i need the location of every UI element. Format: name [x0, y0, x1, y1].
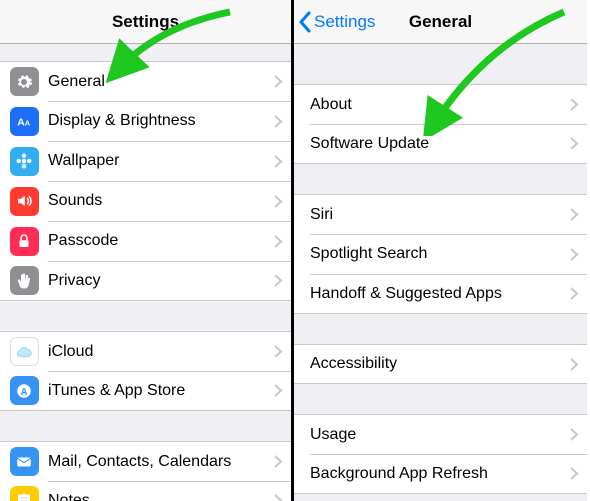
- row-label-general: General: [48, 73, 265, 91]
- chevron-right-icon: [561, 208, 587, 221]
- row-privacy[interactable]: Privacy: [0, 261, 291, 301]
- chevron-right-icon: [265, 274, 291, 287]
- row-accessibility[interactable]: Accessibility: [294, 344, 587, 384]
- row-label-mail: Mail, Contacts, Calendars: [48, 453, 265, 471]
- chevron-right-icon: [265, 494, 291, 501]
- notes-icon: [10, 486, 39, 501]
- chevron-left-icon: [298, 11, 312, 33]
- row-label-icloud: iCloud: [48, 343, 265, 361]
- chevron-right-icon: [561, 287, 587, 300]
- speaker-icon: [10, 187, 39, 216]
- row-display[interactable]: AA Display & Brightness: [0, 101, 291, 141]
- row-passcode[interactable]: Passcode: [0, 221, 291, 261]
- row-label-about: About: [294, 96, 561, 114]
- chevron-right-icon: [265, 345, 291, 358]
- chevron-right-icon: [265, 155, 291, 168]
- row-label-wallpaper: Wallpaper: [48, 152, 265, 170]
- chevron-right-icon: [265, 455, 291, 468]
- back-button[interactable]: Settings: [298, 0, 375, 44]
- row-sounds[interactable]: Sounds: [0, 181, 291, 221]
- flower-icon: [10, 147, 39, 176]
- row-notes[interactable]: Notes: [0, 481, 291, 501]
- row-label-handoff: Handoff & Suggested Apps: [294, 285, 561, 303]
- row-wallpaper[interactable]: Wallpaper: [0, 141, 291, 181]
- chevron-right-icon: [561, 248, 587, 261]
- chevron-right-icon: [561, 428, 587, 441]
- textsize-icon: AA: [10, 107, 39, 136]
- row-label-notes: Notes: [48, 492, 265, 501]
- row-label-usage: Usage: [294, 426, 561, 444]
- chevron-right-icon: [561, 98, 587, 111]
- row-icloud[interactable]: iCloud: [0, 331, 291, 371]
- svg-text:A: A: [25, 119, 31, 128]
- row-label-sounds: Sounds: [48, 192, 265, 210]
- chevron-right-icon: [561, 137, 587, 150]
- row-about[interactable]: About: [294, 84, 587, 124]
- row-label-swupdate: Software Update: [294, 135, 561, 153]
- lock-icon: [10, 227, 39, 256]
- row-label-display: Display & Brightness: [48, 112, 265, 130]
- row-siri[interactable]: Siri: [294, 194, 587, 234]
- row-label-accessibility: Accessibility: [294, 355, 561, 373]
- navbar-right: Settings General: [294, 0, 587, 44]
- row-usage[interactable]: Usage: [294, 414, 587, 454]
- chevron-right-icon: [265, 75, 291, 88]
- row-label-itunes: iTunes & App Store: [48, 382, 265, 400]
- hand-icon: [10, 266, 39, 295]
- chevron-right-icon: [561, 358, 587, 371]
- row-bgrefresh[interactable]: Background App Refresh: [294, 454, 587, 494]
- cloud-icon: [10, 337, 39, 366]
- row-label-privacy: Privacy: [48, 272, 265, 290]
- row-itunes[interactable]: AiTunes & App Store: [0, 371, 291, 411]
- row-general[interactable]: General: [0, 61, 291, 101]
- general-pane: Settings General About Software Update Si…: [294, 0, 587, 501]
- row-handoff[interactable]: Handoff & Suggested Apps: [294, 274, 587, 314]
- row-label-siri: Siri: [294, 206, 561, 224]
- back-label: Settings: [314, 12, 375, 32]
- mail-icon: [10, 447, 39, 476]
- chevron-right-icon: [265, 235, 291, 248]
- appstore-icon: A: [10, 376, 39, 405]
- page-title-left: Settings: [112, 12, 179, 32]
- chevron-right-icon: [561, 467, 587, 480]
- navbar-left: Settings: [0, 0, 291, 44]
- row-label-bgrefresh: Background App Refresh: [294, 465, 561, 483]
- svg-text:A: A: [20, 386, 27, 397]
- page-title-right: General: [409, 12, 472, 32]
- row-swupdate[interactable]: Software Update: [294, 124, 587, 164]
- row-spotlight[interactable]: Spotlight Search: [294, 234, 587, 274]
- row-mail[interactable]: Mail, Contacts, Calendars: [0, 441, 291, 481]
- settings-pane: Settings GeneralAADisplay & BrightnessWa…: [0, 0, 294, 501]
- row-label-spotlight: Spotlight Search: [294, 245, 561, 263]
- gear-icon: [10, 67, 39, 96]
- chevron-right-icon: [265, 115, 291, 128]
- row-label-passcode: Passcode: [48, 232, 265, 250]
- chevron-right-icon: [265, 384, 291, 397]
- chevron-right-icon: [265, 195, 291, 208]
